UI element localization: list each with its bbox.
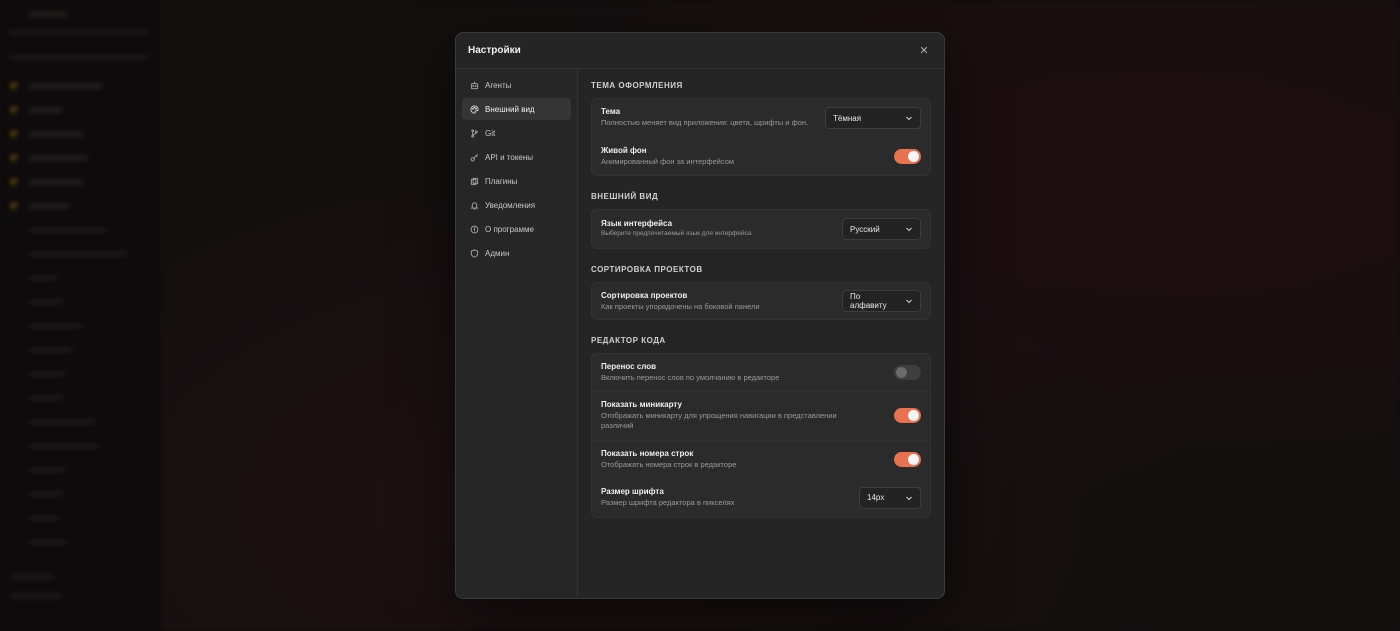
settings-content: ТЕМА ОФОРМЛЕНИЯ Тема Полностью меняет ви… [578,69,944,598]
select-value: По алфавиту [850,292,887,311]
nav-item-label: Уведомления [485,200,536,210]
nav-item-agents[interactable]: Агенты [462,74,571,96]
palette-icon [469,104,479,114]
bot-icon [469,80,479,90]
chevron-down-icon [906,227,912,232]
nav-item-admin[interactable]: Админ [462,242,571,264]
bell-icon [469,200,479,210]
nav-item-label: API и токены [485,152,534,162]
appearance-card: Язык интерфейса Выберите предпочитаемый … [591,209,931,250]
nav-item-label: Внешний вид [485,104,535,114]
font-size-row: Размер шрифта Размер шрифта редактора в … [592,477,930,517]
nav-item-about[interactable]: О программе [462,218,571,240]
shield-icon [469,248,479,258]
line-numbers-row: Показать номера строк Отображать номера … [592,439,930,478]
font-size-select[interactable]: 14px [859,486,921,509]
modal-header: Настройки ✕ [456,33,944,69]
nav-item-api[interactable]: API и токены [462,146,571,168]
puzzle-icon [469,176,479,186]
row-description: Отображать номера строк в редакторе [601,459,737,469]
section-title-sorting: СОРТИРОВКА ПРОЕКТОВ [591,265,703,275]
nav-item-label: Админ [485,248,510,258]
chevron-down-icon [906,116,912,121]
row-title: Показать номера строк [601,448,694,458]
minimap-row: Показать миникарту Отображать миникарту … [592,391,930,439]
row-title: Тема [601,107,621,117]
row-description: Как проекты упорядочены на боковой панел… [601,301,760,311]
editor-card: Перенос слов Включить перенос слов по ум… [591,353,931,518]
word-wrap-row: Перенос слов Включить перенос слов по ум… [592,354,930,391]
minimap-toggle[interactable] [894,408,921,424]
section-title-theme: ТЕМА ОФОРМЛЕНИЯ [591,81,683,90]
row-description: Включить перенос слов по умолчанию в ред… [601,373,780,383]
section-title-editor: РЕДАКТОР КОДА [591,336,666,346]
row-description: Размер шрифта редактора в пикселях [601,498,735,508]
line-numbers-toggle[interactable] [894,451,921,467]
nav-item-git[interactable]: Git [462,122,571,144]
nav-item-plugins[interactable]: Плагины [462,170,571,192]
language-row: Язык интерфейса Выберите предпочитаемый … [592,210,930,248]
row-title: Сортировка проектов [601,290,688,300]
select-value: 14px [867,493,885,503]
word-wrap-toggle[interactable] [894,365,921,381]
row-title: Живой фон [601,146,647,155]
sorting-row: Сортировка проектов Как проекты упорядоч… [592,283,930,319]
select-value: Русский [850,224,880,234]
section-title-appearance: ВНЕШНИЙ ВИД [591,192,659,202]
key-icon [469,152,479,162]
row-title: Язык интерфейса [601,219,673,229]
row-description: Отображать миникарту для упрощения навиг… [601,411,837,431]
info-icon [469,224,479,234]
select-value: Тёмная [833,113,862,123]
close-icon: ✕ [919,45,929,57]
theme-select[interactable]: Тёмная [825,107,921,129]
row-title: Размер шрифта [601,487,664,497]
nav-item-appearance[interactable]: Внешний вид [462,98,571,120]
row-title: Перенос слов [601,362,657,372]
theme-row: Тема Полностью меняет вид приложения: цв… [592,99,930,137]
row-description: Выберите предпочитаемый язык для интерфе… [601,230,752,238]
settings-modal: Настройки ✕ Агенты Внешний вид Git API и… [455,32,945,599]
nav-item-notifications[interactable]: Уведомления [462,194,571,216]
live-background-row: Живой фон Анимированный фон за интерфейс… [592,137,930,175]
close-button[interactable]: ✕ [916,43,932,59]
row-description: Полностью меняет вид приложения: цвета, … [601,118,809,128]
nav-item-label: Git [485,128,496,138]
live-background-toggle[interactable] [894,149,921,165]
nav-item-label: О программе [485,224,534,234]
theme-card: Тема Полностью меняет вид приложения: цв… [591,98,931,177]
modal-title: Настройки [468,45,521,56]
row-description: Анимированный фон за интерфейсом [601,157,735,166]
language-select[interactable]: Русский [842,218,921,241]
row-title: Показать миникарту [601,400,682,410]
sorting-select[interactable]: По алфавиту [842,290,921,313]
chevron-down-icon [906,299,912,304]
git-branch-icon [469,128,479,138]
sorting-card: Сортировка проектов Как проекты упорядоч… [591,282,931,321]
nav-item-label: Плагины [485,176,518,186]
nav-item-label: Агенты [485,80,512,90]
settings-nav: Агенты Внешний вид Git API и токены Плаг… [456,69,578,598]
chevron-down-icon [906,496,912,500]
